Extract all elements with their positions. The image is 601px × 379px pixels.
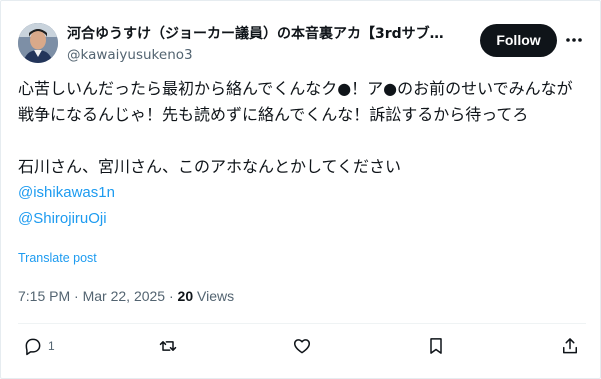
reply-count: 1 [48, 339, 55, 353]
translate-post-link[interactable]: Translate post [18, 251, 97, 265]
retweet-icon [159, 341, 177, 351]
views-count: 20 [177, 288, 194, 304]
meta-separator: · [168, 288, 174, 304]
more-options-icon[interactable] [565, 31, 583, 49]
meta-separator: · [74, 288, 79, 304]
tweet-date[interactable]: Mar 22, 2025 [83, 288, 166, 304]
author-handle[interactable]: @kawaiyusukeno3 [67, 45, 193, 65]
author-display-name[interactable]: 河合ゆうすけ（ジョーカー議員）の本音裏アカ【3rdサブ… [67, 24, 469, 44]
avatar[interactable] [18, 23, 58, 63]
reply-button[interactable]: 1 [23, 334, 55, 358]
tweet-body: 心苦しいんだったら最初から絡んでくんなク●！ア●のお前のせいでみんなが戦争になる… [18, 76, 586, 232]
profile-photo-icon [18, 23, 58, 63]
tweet-meta: 7:15 PM · Mar 22, 2025 · 20 Views [18, 286, 234, 306]
divider [18, 323, 586, 324]
views-label: Views [197, 288, 235, 304]
tweet-paragraph: 石川さん、宮川さん、このアホなんとかしてください [18, 157, 402, 176]
tweet-time[interactable]: 7:15 PM [18, 288, 70, 304]
like-icon [293, 339, 311, 354]
action-bar: 1 [1, 331, 601, 361]
follow-button[interactable]: Follow [480, 24, 557, 57]
mention-link[interactable]: @ShirojiruOji [18, 206, 586, 232]
tweet-paragraph: 心苦しいんだったら最初から絡んでくんなク●！ア●のお前のせいでみんなが戦争になる… [18, 79, 573, 124]
share-button[interactable] [560, 334, 580, 358]
bookmark-icon [430, 338, 442, 354]
reply-icon [25, 338, 41, 356]
share-icon [563, 338, 577, 354]
tweet-card: 河合ゆうすけ（ジョーカー議員）の本音裏アカ【3rdサブ… @kawaiyusuk… [0, 0, 601, 379]
mention-link[interactable]: @ishikawas1n [18, 180, 586, 206]
bookmark-button[interactable] [426, 334, 446, 358]
retweet-button[interactable] [158, 334, 178, 358]
like-button[interactable] [292, 334, 312, 358]
